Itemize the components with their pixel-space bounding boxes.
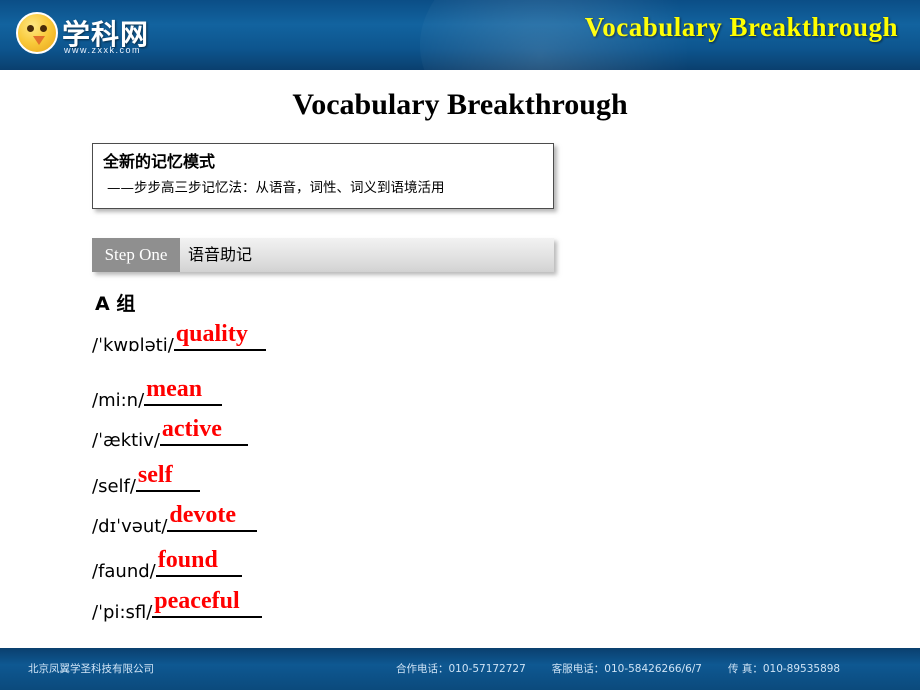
phonetic-row: /ˈpi:sfl/peaceful (92, 588, 263, 628)
answer-word: quality (175, 321, 248, 347)
footer-company: 北京凤翼学圣科技有限公司 (28, 663, 154, 675)
step-number-label: Step One (92, 238, 180, 272)
footer-contact-cell: 合作电话：010-57172727 (396, 663, 526, 675)
group-label: A 组 (95, 293, 136, 315)
phonetic-row: /ˈæktiv/active (92, 416, 248, 456)
phonetic-transcription: /faund/ (92, 561, 156, 582)
phonetic-row: /dɪˈvəut/devote (92, 502, 258, 542)
answer-blank[interactable]: quality (173, 321, 266, 351)
phonetic-transcription: /mi:n/ (92, 390, 145, 411)
phonetic-transcription: /ˈpi:sfl/ (92, 602, 153, 623)
phonetic-transcription: /ˈæktiv/ (92, 430, 160, 451)
phonetic-row: /self/self (92, 462, 200, 502)
phonetic-transcription: /dɪˈvəut/ (92, 516, 168, 537)
answer-blank[interactable]: active (159, 416, 248, 446)
answer-blank[interactable]: devote (167, 502, 258, 532)
slide-header-band: 学科网 www.zxxk.com Vocabulary Breakthrough (0, 0, 920, 70)
answer-blank[interactable]: found (155, 547, 242, 577)
answer-word: found (157, 547, 218, 573)
slide-footer-band: 北京凤翼学圣科技有限公司 合作电话：010-57172727 客服电话：010-5… (0, 648, 920, 690)
footer-contact-cell: 客服电话：010-58426266/6/7 (551, 663, 702, 675)
answer-blank[interactable]: peaceful (152, 588, 263, 618)
answer-word: self (137, 462, 173, 488)
phonetic-row: /ˈkwɒləti/quality (92, 321, 266, 361)
memory-mode-box: 全新的记忆模式 ——步步高三步记忆法：从语音，词性、词义到语境活用 (92, 143, 554, 209)
phonetic-transcription: /ˈkwɒləti/ (92, 335, 174, 356)
banner-title: Vocabulary Breakthrough (584, 12, 898, 42)
answer-word: active (161, 416, 222, 442)
step-bar: Step One 语音助记 (92, 238, 554, 272)
phonetic-row: /faund/found (92, 547, 242, 587)
answer-word: peaceful (154, 588, 240, 614)
phonetic-row: /mi:n/mean (92, 376, 223, 416)
bird-mascot-icon (16, 12, 58, 54)
page-title: Vocabulary Breakthrough (292, 88, 628, 121)
footer-contacts: 合作电话：010-57172727 客服电话：010-58426266/6/7 传 … (396, 661, 866, 676)
phonetic-transcription: /self/ (92, 476, 136, 497)
step-description: 语音助记 (188, 245, 253, 264)
answer-word: mean (146, 376, 203, 402)
memory-mode-title: 全新的记忆模式 (103, 152, 216, 171)
bird-beak-icon (33, 36, 45, 45)
site-logo: 学科网 www.zxxk.com (16, 10, 192, 60)
answer-blank[interactable]: self (135, 462, 200, 492)
slide-canvas: 学科网 www.zxxk.com Vocabulary Breakthrough… (0, 0, 920, 690)
footer-contact-cell: 传 真：010-89535898 (728, 663, 841, 675)
logo-url: www.zxxk.com (64, 45, 142, 55)
answer-blank[interactable]: mean (144, 376, 223, 406)
memory-mode-subtitle: ——步步高三步记忆法：从语音，词性、词义到语境活用 (107, 180, 445, 196)
answer-word: devote (169, 502, 237, 528)
